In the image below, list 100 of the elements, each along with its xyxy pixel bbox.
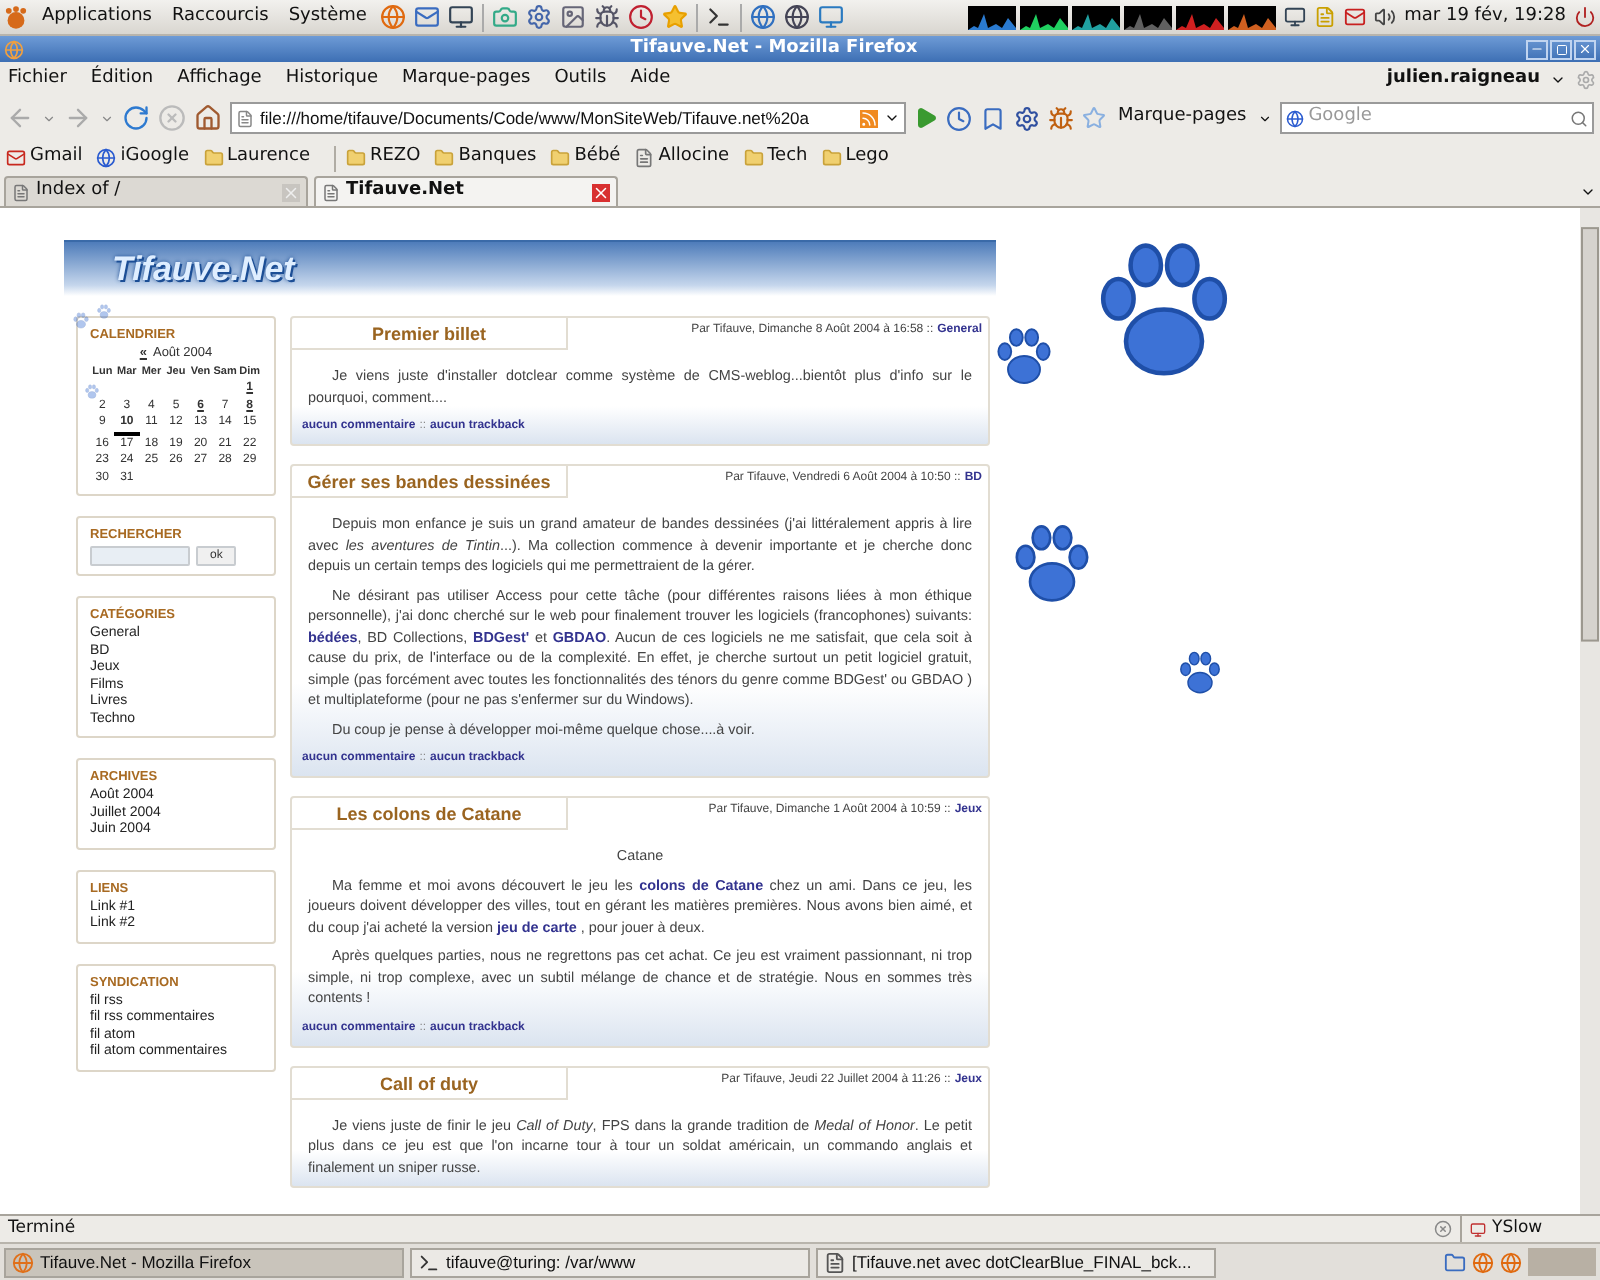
workspace-switcher[interactable] bbox=[1528, 1248, 1596, 1276]
browser-icon[interactable] bbox=[1500, 1251, 1522, 1273]
taskbar-button[interactable]: Tifauve.Net - Mozilla Firefox bbox=[4, 1247, 404, 1277]
workspace-icon[interactable] bbox=[1444, 1251, 1466, 1273]
gear-launcher-icon[interactable] bbox=[526, 4, 553, 30]
globe-icon[interactable] bbox=[1286, 109, 1305, 127]
home-icon[interactable] bbox=[194, 104, 222, 132]
site-logo: Tifauve.Net bbox=[112, 247, 295, 292]
taskbar-button[interactable]: [Tifauve.net avec dotClearBlue_FINAL_bck... bbox=[816, 1247, 1216, 1277]
page-icon bbox=[322, 183, 340, 201]
paw-print-icon bbox=[96, 304, 112, 320]
system-monitor-graph bbox=[1228, 5, 1277, 29]
status-text: Terminé bbox=[6, 1216, 78, 1242]
page-icon bbox=[12, 183, 30, 201]
panel-clock[interactable]: mar 19 fév, 19:28 bbox=[1404, 3, 1566, 31]
window-title: Tifauve.Net - Mozilla Firefox bbox=[628, 35, 920, 62]
folder-icon bbox=[821, 148, 842, 168]
menu-item[interactable]: Fichier bbox=[4, 65, 71, 93]
foot-logo-icon bbox=[4, 5, 28, 29]
close-icon bbox=[1578, 42, 1592, 56]
system-monitor-graph bbox=[968, 5, 1017, 29]
bug-launcher-icon[interactable] bbox=[594, 4, 621, 30]
browser-icon[interactable] bbox=[1472, 1251, 1494, 1273]
go-icon[interactable] bbox=[914, 106, 938, 130]
panel-menu[interactable]: Applications bbox=[36, 3, 158, 31]
folder-icon bbox=[434, 148, 455, 168]
star-icon[interactable] bbox=[1082, 106, 1106, 130]
post-title[interactable]: Les colons de Catane bbox=[292, 798, 568, 830]
bookmark-item[interactable]: iGoogle bbox=[96, 144, 190, 172]
folder-icon bbox=[203, 148, 224, 168]
bookmark-item[interactable]: Laurence bbox=[203, 144, 310, 172]
monitor-icon bbox=[1470, 1221, 1486, 1237]
user-name[interactable]: julien.raigneau bbox=[1386, 65, 1540, 93]
tab-list-icon[interactable] bbox=[1580, 184, 1596, 200]
bookmark-item[interactable]: Gmail bbox=[6, 144, 83, 172]
terminal-icon bbox=[418, 1251, 440, 1273]
search-icon[interactable] bbox=[1570, 109, 1588, 127]
search-input[interactable]: Google bbox=[1308, 104, 1566, 132]
bookmarks-menu-button[interactable]: Marque-pages bbox=[1114, 104, 1251, 132]
bookmark-item[interactable]: REZO bbox=[345, 144, 421, 172]
clock-launcher-icon[interactable] bbox=[628, 4, 655, 30]
maximize-icon bbox=[1555, 43, 1567, 55]
reload-icon[interactable] bbox=[122, 104, 150, 132]
display-icon[interactable] bbox=[1284, 6, 1307, 28]
post-title[interactable]: Call of duty bbox=[292, 1067, 568, 1099]
power-icon[interactable] bbox=[1574, 6, 1596, 28]
url-field[interactable]: file:///home/tifauve/Documents/Code/www/MonSiteWeb/Tifauve.net%20a bbox=[230, 102, 906, 134]
browser-launcher-icon[interactable] bbox=[380, 4, 407, 30]
bug-icon[interactable] bbox=[1048, 105, 1074, 131]
bookmark-item[interactable]: Tech bbox=[743, 144, 808, 172]
bookmark-item[interactable]: Allocine bbox=[634, 144, 730, 172]
menu-item[interactable]: Marque-pages bbox=[398, 65, 535, 93]
menu-item[interactable]: Édition bbox=[86, 65, 158, 93]
globe-icon bbox=[12, 1251, 34, 1273]
caret-icon[interactable] bbox=[884, 110, 900, 126]
document-icon bbox=[824, 1251, 846, 1273]
taskbar-button[interactable]: tifauve@turing: /var/www bbox=[410, 1247, 810, 1277]
panel-menu[interactable]: Raccourcis bbox=[165, 3, 275, 31]
mail-icon[interactable] bbox=[1344, 6, 1367, 28]
menu-item[interactable]: Outils bbox=[550, 65, 611, 93]
minimize-icon bbox=[1530, 42, 1544, 56]
menu-item[interactable]: Aide bbox=[626, 65, 675, 93]
menu-item[interactable]: Historique bbox=[281, 65, 382, 93]
mail-launcher-icon[interactable] bbox=[414, 4, 441, 30]
caret-icon[interactable] bbox=[1258, 111, 1273, 125]
bookmark-item[interactable]: Banques bbox=[434, 144, 537, 172]
folder-icon bbox=[345, 148, 366, 168]
browser-tab[interactable]: Index of / bbox=[4, 176, 308, 206]
network-launcher-icon[interactable] bbox=[750, 4, 777, 30]
folder-icon bbox=[743, 148, 764, 168]
bookmark-item[interactable]: Lego bbox=[821, 144, 889, 172]
system-monitor-graph bbox=[1124, 5, 1173, 29]
vertical-scrollbar[interactable] bbox=[1580, 208, 1600, 1214]
folder-icon bbox=[550, 148, 571, 168]
search-field[interactable]: Google bbox=[1280, 102, 1594, 134]
post-title[interactable]: Gérer ses bandes dessinées bbox=[292, 466, 568, 498]
history-icon[interactable] bbox=[946, 105, 972, 131]
camera-launcher-icon[interactable] bbox=[492, 4, 519, 30]
panel-menu[interactable]: Système bbox=[282, 3, 373, 31]
post-title[interactable]: Premier billet bbox=[292, 318, 568, 350]
minimize-button[interactable] bbox=[1526, 39, 1548, 59]
mail-icon bbox=[6, 148, 26, 168]
image-launcher-icon[interactable] bbox=[560, 4, 587, 30]
page-icon bbox=[634, 148, 655, 168]
globe-icon bbox=[96, 148, 117, 168]
browser-tab[interactable]: Tifauve.Net bbox=[314, 176, 618, 206]
volume-icon[interactable] bbox=[1374, 6, 1397, 28]
maximize-button[interactable] bbox=[1550, 39, 1572, 59]
system-monitor-graph bbox=[1176, 5, 1225, 29]
close-button[interactable] bbox=[1574, 39, 1596, 59]
monitor-launcher-icon[interactable] bbox=[448, 4, 475, 30]
bookmark-item[interactable]: Bébé bbox=[550, 144, 621, 172]
bookmark-icon[interactable] bbox=[980, 105, 1006, 131]
feed-icon[interactable] bbox=[860, 109, 878, 127]
star-launcher-icon[interactable] bbox=[662, 4, 689, 30]
search-input[interactable] bbox=[90, 546, 190, 566]
paw-print-icon bbox=[84, 384, 100, 400]
menu-item[interactable]: Affichage bbox=[173, 65, 266, 93]
terminal-launcher-icon[interactable] bbox=[706, 4, 733, 30]
globe-launcher-icon[interactable] bbox=[784, 4, 811, 30]
